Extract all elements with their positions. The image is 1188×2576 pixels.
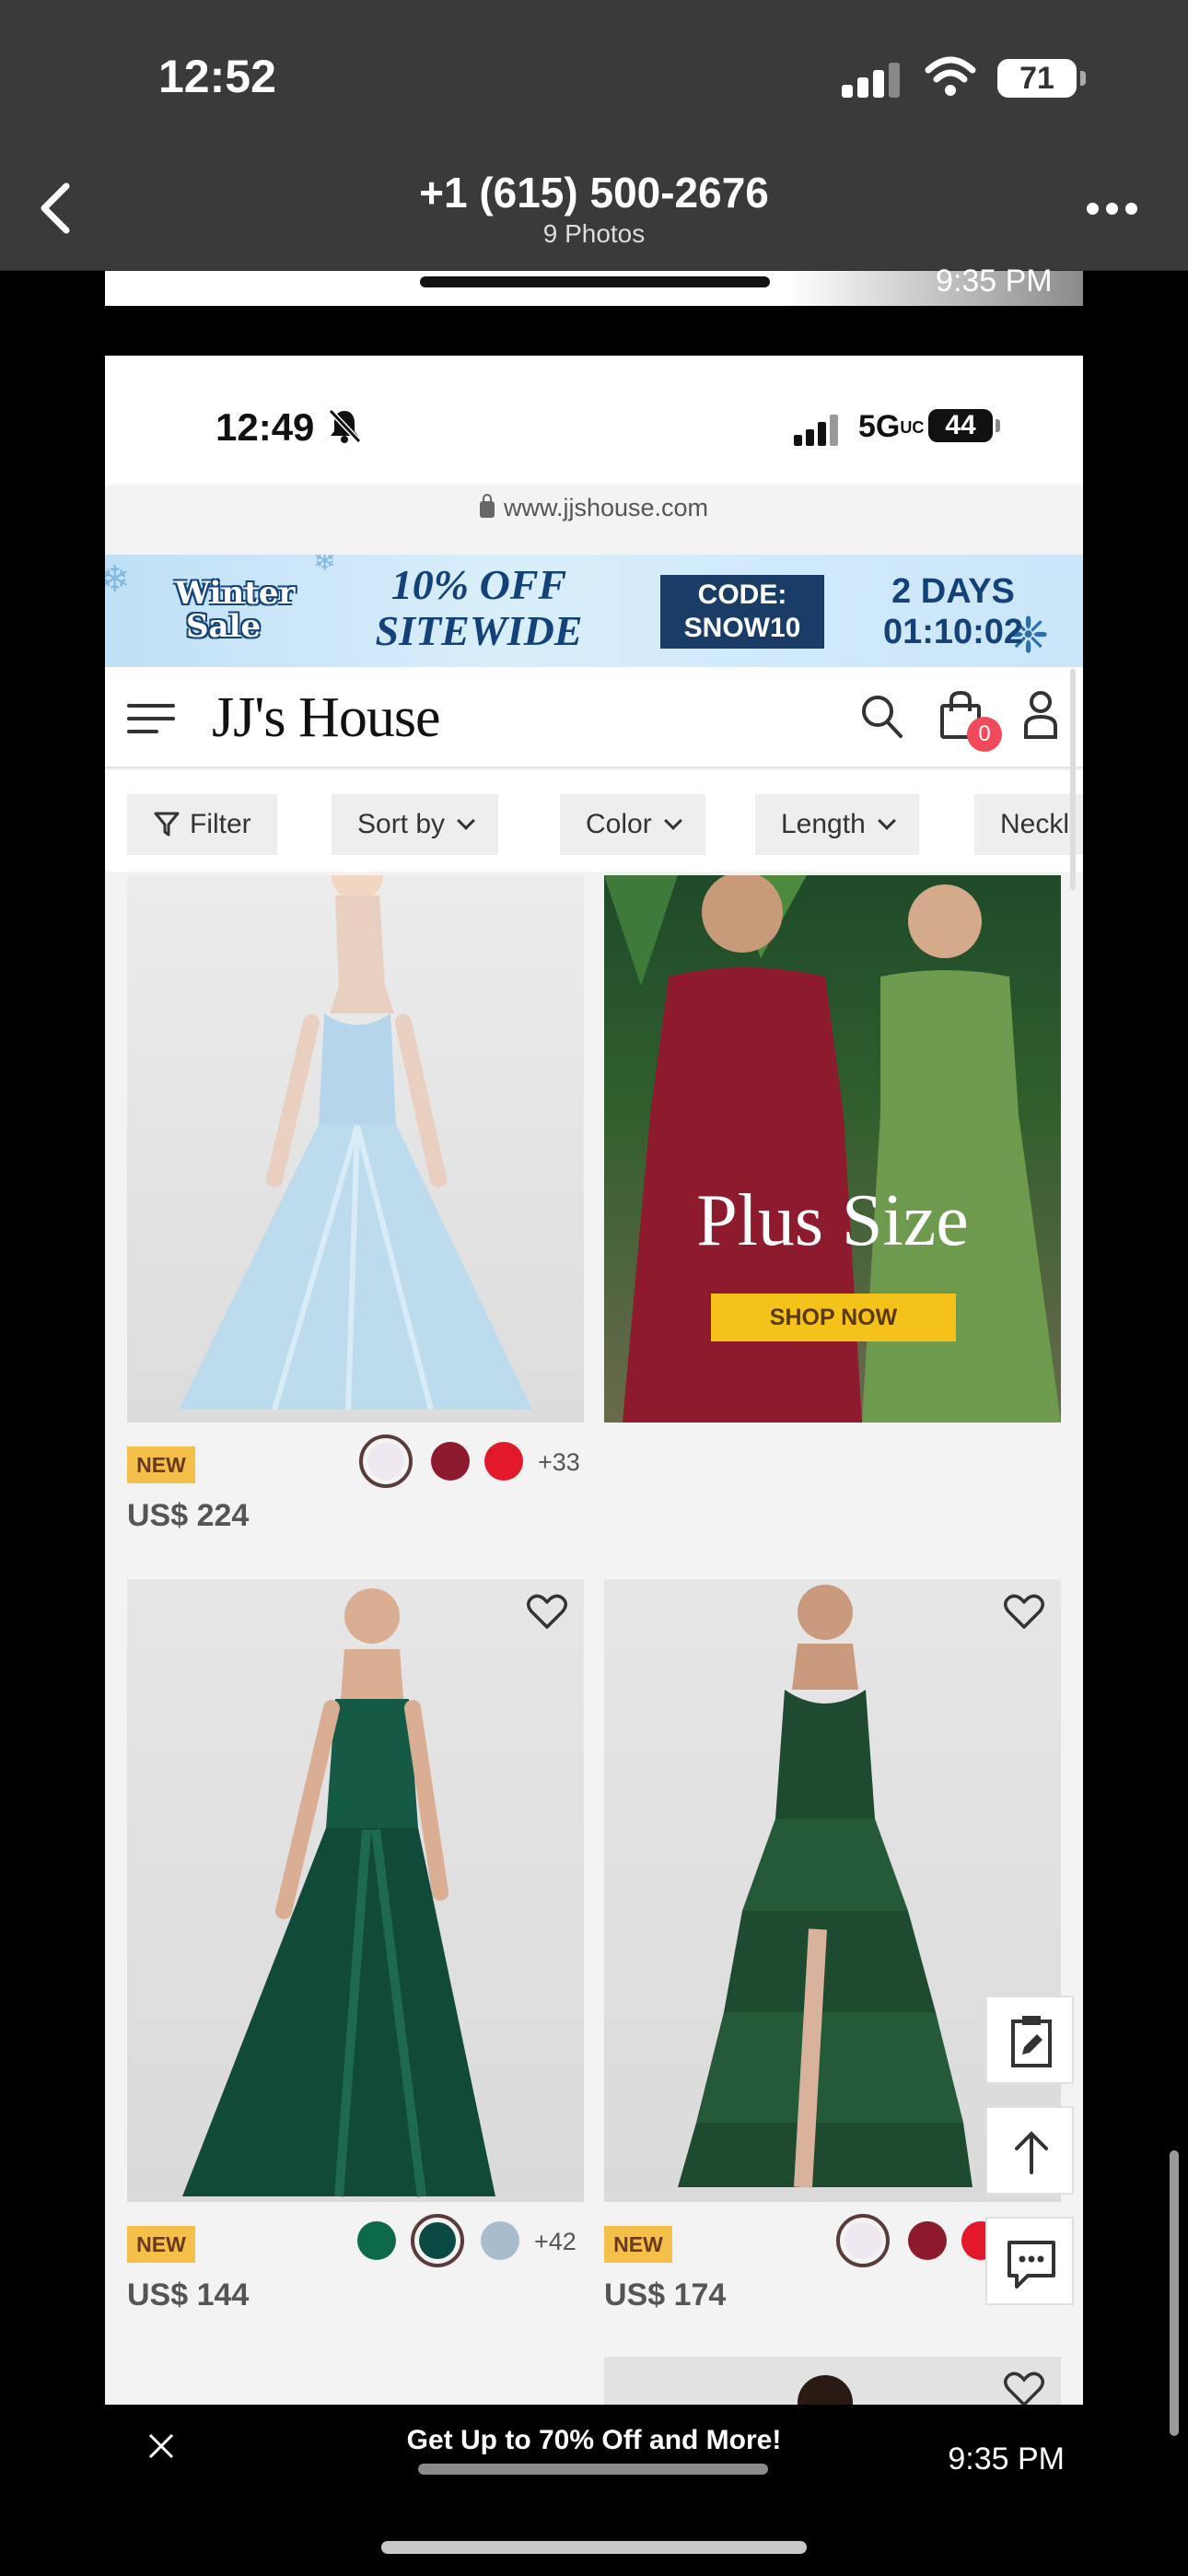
cart-count-badge: 0 (967, 717, 1002, 752)
muted-bell-icon (328, 408, 362, 444)
photo-timestamp: 9:35 PM (948, 2441, 1065, 2476)
scroll-to-top-button[interactable] (985, 2106, 1074, 2195)
color-swatch[interactable] (481, 2221, 519, 2260)
filter-chip[interactable]: Filter (127, 794, 277, 855)
inner-status-bar: 12:49 5GUC 44 (105, 356, 1083, 485)
promo-headline: Plus Size (696, 1180, 969, 1261)
bottom-promo-bar: Get Up to 70% Off and More! 9:35 PM (105, 2405, 1083, 2484)
shop-now-button[interactable]: SHOP NOW (711, 1294, 956, 1341)
sort-by-chip[interactable]: Sort by (332, 794, 499, 855)
previous-photo-home-indicator (420, 276, 770, 287)
inner-status-time: 12:49 (215, 405, 315, 449)
photo-viewer-nav: +1 (615) 500-2676 9 Photos (0, 147, 1188, 271)
winter-sale-banner[interactable]: ❄ ❄ ❈ Winter Sale 10% OFF SITEWIDE CODE: SN… (105, 555, 1083, 667)
home-indicator[interactable] (381, 2541, 807, 2554)
battery-indicator: 71 (997, 59, 1086, 98)
product-price: US$ 224 (127, 1498, 250, 1533)
color-swatch-selected[interactable] (411, 2214, 464, 2267)
photo-count: 9 Photos (542, 219, 646, 248)
winter-sale-title: Winter Sale (175, 575, 296, 645)
product-price: US$ 174 (604, 2277, 727, 2313)
promo-link[interactable]: Get Up to 70% Off and More! (105, 2425, 1083, 2456)
product-price: US$ 144 (127, 2277, 250, 2313)
contact-title: +1 (615) 500-2676 (419, 169, 769, 217)
new-badge: NEW (604, 2226, 672, 2263)
previous-photo-time: 9:35 PM (936, 263, 1053, 299)
color-swatch[interactable] (484, 1442, 523, 1481)
length-chip[interactable]: Length (755, 794, 919, 855)
wishlist-heart-icon[interactable] (527, 1594, 567, 1631)
inner-battery-indicator: 44 (928, 409, 1000, 442)
search-icon[interactable] (858, 691, 904, 741)
site-header: JJ's House 0 (105, 667, 1083, 768)
color-swatch-selected[interactable] (836, 2214, 890, 2267)
chat-bubble-icon (1007, 2241, 1055, 2289)
new-badge: NEW (127, 2226, 195, 2263)
snowflake-icon: ❄ (313, 555, 337, 577)
color-swatch-selected[interactable] (359, 1434, 413, 1488)
wishlist-heart-icon[interactable] (1004, 1594, 1044, 1631)
url-text: www.jjshouse.com (503, 494, 709, 521)
site-logo[interactable]: JJ's House (212, 685, 440, 751)
offer-text: 10% OFF SITEWIDE (375, 561, 583, 654)
more-colors-count[interactable]: +42 (534, 2228, 577, 2256)
clipboard-button[interactable] (985, 1996, 1074, 2084)
chevron-down-icon (663, 812, 682, 830)
product-image[interactable] (127, 1579, 584, 2202)
more-colors-count[interactable]: +33 (538, 1448, 580, 1477)
clipboard-icon (1011, 2016, 1052, 2067)
page-scrollbar[interactable] (1070, 669, 1076, 890)
dress-illustration (179, 875, 532, 1411)
dress-illustration (182, 1588, 495, 2197)
color-swatch[interactable] (357, 2221, 396, 2260)
network-type: 5GUC (858, 409, 925, 444)
wifi-icon (925, 56, 976, 96)
color-chip[interactable]: Color (560, 794, 705, 855)
outer-status-bar: 12:52 71 (0, 0, 1188, 147)
arrow-up-icon (1015, 2131, 1048, 2174)
chevron-down-icon (457, 812, 475, 830)
status-time: 12:52 (158, 51, 276, 102)
product-image[interactable] (127, 875, 584, 1423)
filter-bar: Filter Sort by Color Length Neckli (105, 770, 1083, 872)
chevron-down-icon (877, 812, 896, 830)
cellular-signal-icon (842, 61, 900, 98)
menu-icon[interactable] (127, 704, 175, 735)
color-swatch[interactable] (431, 1442, 470, 1481)
neckline-chip[interactable]: Neckli (974, 794, 1083, 855)
lock-icon (479, 494, 495, 518)
new-badge: NEW (127, 1446, 195, 1483)
funnel-icon (154, 812, 180, 837)
screenshot-photo: 12:49 5GUC 44 www.jjshouse.com ❄ ❄ ❈ Win… (105, 356, 1083, 2484)
promo-code-box: CODE: SNOW10 (660, 575, 824, 649)
snowflake-icon: ❄ (105, 559, 131, 600)
plus-size-promo-tile[interactable]: Plus Size SHOP NOW (604, 875, 1061, 1423)
sale-countdown: 2 DAYS 01:10:02 (882, 572, 1024, 651)
more-options-icon[interactable] (1087, 203, 1138, 217)
wishlist-heart-icon[interactable] (1004, 2371, 1044, 2408)
product-image[interactable] (604, 2357, 1061, 2412)
inner-signal-icon (794, 415, 840, 446)
account-icon[interactable] (1022, 689, 1059, 741)
color-swatch[interactable] (908, 2221, 947, 2260)
address-bar[interactable]: www.jjshouse.com (105, 494, 1083, 540)
chat-button[interactable] (985, 2217, 1074, 2305)
photo-scroll-indicator[interactable] (1170, 2150, 1179, 2436)
photo-scrubber[interactable] (418, 2464, 768, 2475)
